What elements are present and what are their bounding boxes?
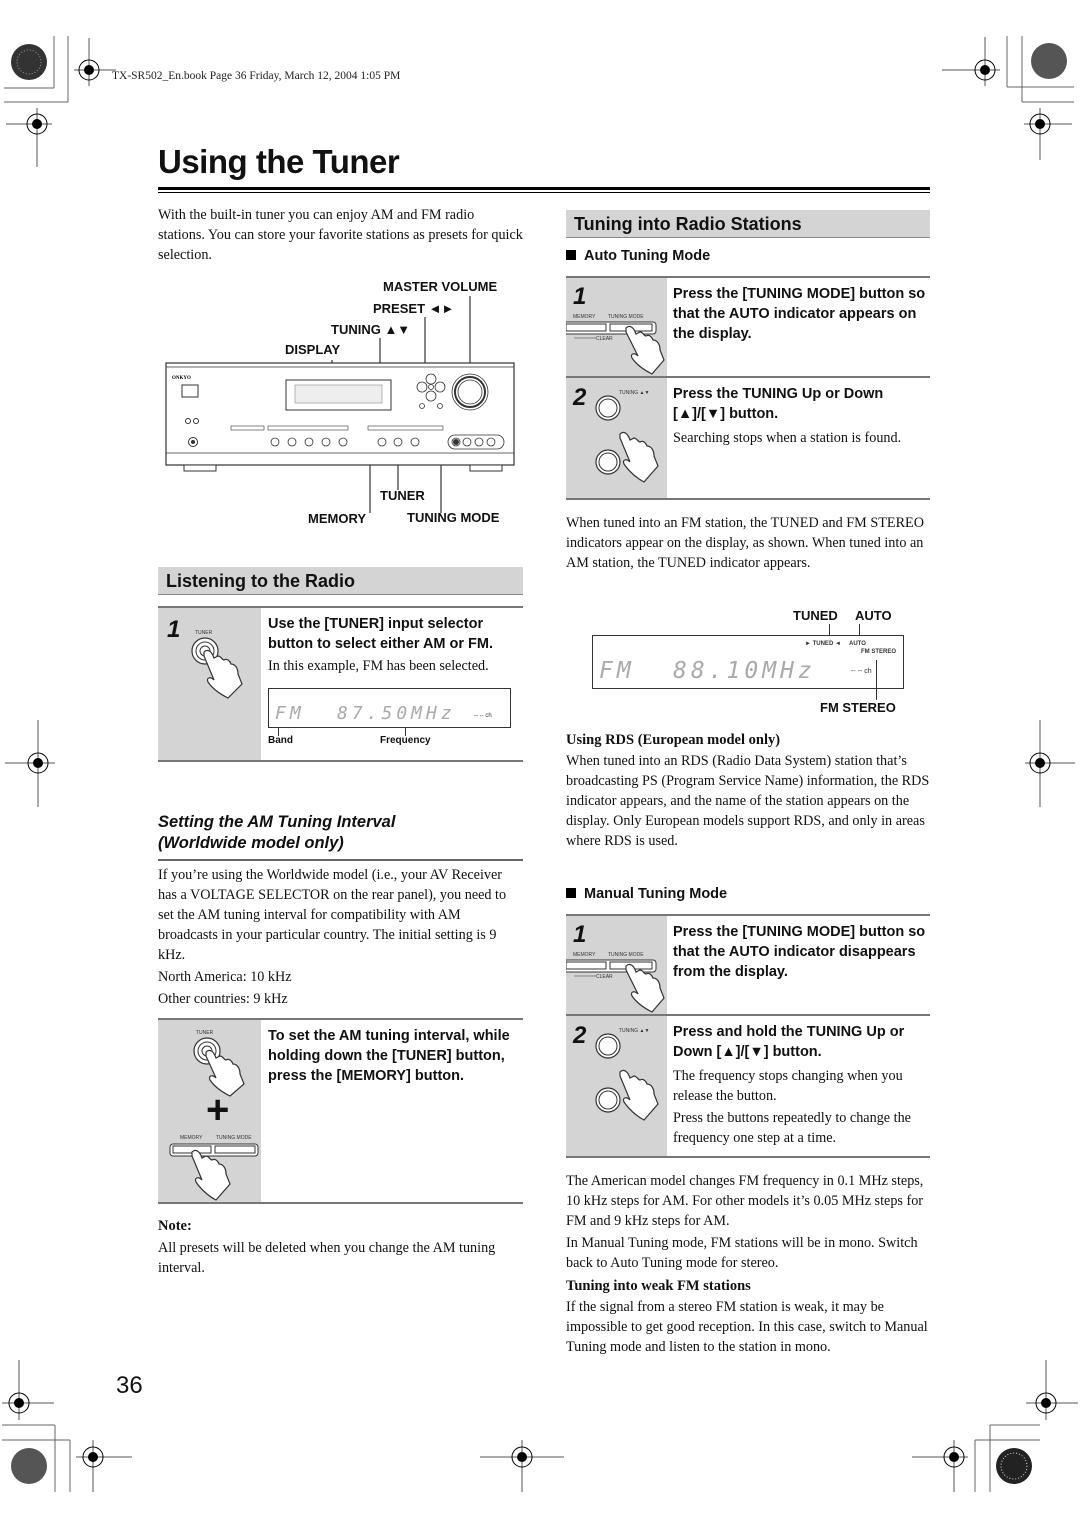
auto-indicator: AUTO [849, 641, 866, 647]
starburst-icon [11, 1448, 47, 1484]
memory-button-label: MEMORY [180, 1135, 203, 1141]
rds-body: When tuned into an RDS (Radio Data Syste… [566, 753, 930, 849]
clear-label: CLEAR [596, 974, 613, 980]
display-channel: -- -- ch [851, 668, 872, 675]
crosshair-icon [942, 37, 1000, 86]
hand-pressing-tuning-icon [595, 395, 659, 483]
crosshair-icon [6, 108, 52, 167]
tuned-indicators-text: When tuned into an FM station, the TUNED… [566, 515, 924, 571]
weak-fm-body: If the signal from a stereo FM station i… [566, 1299, 928, 1355]
note-title: Note: [158, 1218, 192, 1234]
display-band: FM [599, 658, 635, 684]
note-body: All presets will be deleted when you cha… [158, 1240, 496, 1276]
display-channel: -- -- ch [474, 713, 492, 719]
auto-step-2: 2 TUNING ▲▼ Press the TUNING Up or Down … [566, 376, 930, 500]
crosshair-icon [2, 1360, 54, 1420]
crosshair-icon [5, 720, 55, 807]
other-countries-setting: Other countries: 9 kHz [158, 991, 288, 1007]
starburst-icon [1031, 43, 1067, 79]
display-frequency: 87.50MHz [337, 703, 456, 724]
fm-stereo-indicator: FM STEREO [861, 649, 897, 655]
hand-pressing-tuning-mode-icon [566, 321, 665, 375]
tuned-label: TUNED [793, 608, 838, 623]
weak-fm-heading: Tuning into weak FM stations [566, 1278, 751, 1294]
title-rule [158, 187, 930, 190]
step-number: 2 [573, 384, 587, 411]
am-interval-heading: Setting the AM Tuning Interval (Worldwid… [158, 813, 396, 852]
tuned-indicator: ► TUNED ◄ [805, 641, 841, 647]
crosshair-icon [912, 1440, 968, 1492]
receiver-diagram: MASTER VOLUME PRESET ◄► TUNING ▲▼ DISPLA… [158, 275, 523, 530]
step-instruction: Press the [TUNING MODE] button so that t… [673, 286, 926, 342]
step-instruction: Press and hold the TUNING Up or Down [▲]… [673, 1024, 905, 1060]
step-number: 2 [573, 1022, 587, 1049]
step-number: 1 [573, 283, 587, 310]
frequency-label: Frequency [380, 735, 431, 746]
step-instruction: Press the [TUNING MODE] button so that t… [673, 924, 926, 980]
crosshair-icon [1025, 720, 1075, 807]
crosshair-icon [74, 38, 116, 86]
label-tuner: TUNER [380, 488, 425, 503]
fm-display-readout: ► TUNED ◄ AUTO FM STEREO FM 88.10MHz -- … [592, 635, 904, 689]
step-description: In this example, FM has been selected. [268, 658, 489, 674]
display-band: FM [275, 703, 305, 724]
tuning-mode-button-label: TUNING MODE [216, 1135, 252, 1141]
plus-icon: + [206, 1088, 230, 1132]
display-frequency: 88.10MHz [673, 658, 816, 684]
fm-stereo-label: FM STEREO [820, 700, 896, 715]
auto-label: AUTO [855, 608, 892, 623]
intro-text: With the built-in tuner you can enjoy AM… [158, 207, 523, 263]
crosshair-icon [1026, 1360, 1078, 1420]
hand-pressing-tuning-icon [595, 1033, 659, 1121]
auto-tuning-heading: Auto Tuning Mode [566, 248, 710, 264]
manual-step-1: 1 MEMORY TUNING MODE CLEAR Press the [TU… [566, 914, 930, 1014]
square-bullet-icon [566, 250, 576, 260]
mono-text: In Manual Tuning mode, FM stations will … [566, 1235, 918, 1271]
page-title: Using the Tuner [158, 143, 400, 180]
rds-heading: Using RDS (European model only) [566, 732, 781, 748]
step-number: 1 [167, 616, 181, 643]
step-description-2: Press the buttons repeatedly to change t… [673, 1110, 911, 1146]
title-rule-thin [158, 192, 930, 193]
svg-text:ONKYO: ONKYO [172, 376, 191, 381]
label-memory: MEMORY [308, 511, 367, 526]
step-instruction: Use the [TUNER] input selector button to… [268, 616, 494, 652]
listening-step-1: 1 TUNER Use the [TUNER] input selector b… [158, 606, 523, 761]
step-description-1: The frequency stops changing when you re… [673, 1068, 903, 1104]
section-heading-listening: Listening to the Radio [158, 567, 523, 595]
step-description: Searching stops when a station is found. [673, 430, 902, 446]
label-tuning-mode: TUNING MODE [407, 510, 500, 525]
manual-step-2: 2 TUNING ▲▼ Press and hold the TUNING Up… [566, 1014, 930, 1158]
starburst-icon [11, 44, 47, 80]
receiver-front-panel: ONKYO [165, 296, 515, 513]
clear-label: CLEAR [596, 336, 613, 342]
step-size-text: The American model changes FM frequency … [566, 1173, 924, 1229]
crosshair-icon [480, 1440, 564, 1492]
page-number: 36 [116, 1372, 143, 1399]
crosshair-icon [1024, 108, 1072, 160]
band-label: Band [268, 735, 293, 746]
step-instruction: Press the TUNING Up or Down [▲]/[▼] butt… [673, 386, 884, 422]
manual-tuning-heading: Manual Tuning Mode [566, 886, 727, 902]
north-america-setting: North America: 10 kHz [158, 969, 292, 985]
square-bullet-icon [566, 888, 576, 898]
step-number: 1 [573, 921, 587, 948]
display-readout: FM 87.50MHz -- -- ch [268, 688, 511, 728]
hand-pressing-memory-icon [169, 1143, 259, 1201]
hand-pressing-tuning-mode-icon [566, 959, 665, 1013]
crosshair-icon [76, 1440, 132, 1492]
hand-pressing-tuner-icon [191, 637, 243, 699]
print-header: TX-SR502_En.book Page 36 Friday, March 1… [112, 70, 401, 82]
section-heading-tuning: Tuning into Radio Stations [566, 210, 930, 238]
am-interval-step: TUNER + MEMORY TUNING MODE To set the AM… [158, 1018, 523, 1204]
auto-step-1: 1 MEMORY TUNING MODE CLEAR Press the [TU… [566, 276, 930, 376]
step-instruction: To set the AM tuning interval, while hol… [268, 1028, 510, 1084]
am-interval-body: If you’re using the Worldwide model (i.e… [158, 867, 507, 963]
